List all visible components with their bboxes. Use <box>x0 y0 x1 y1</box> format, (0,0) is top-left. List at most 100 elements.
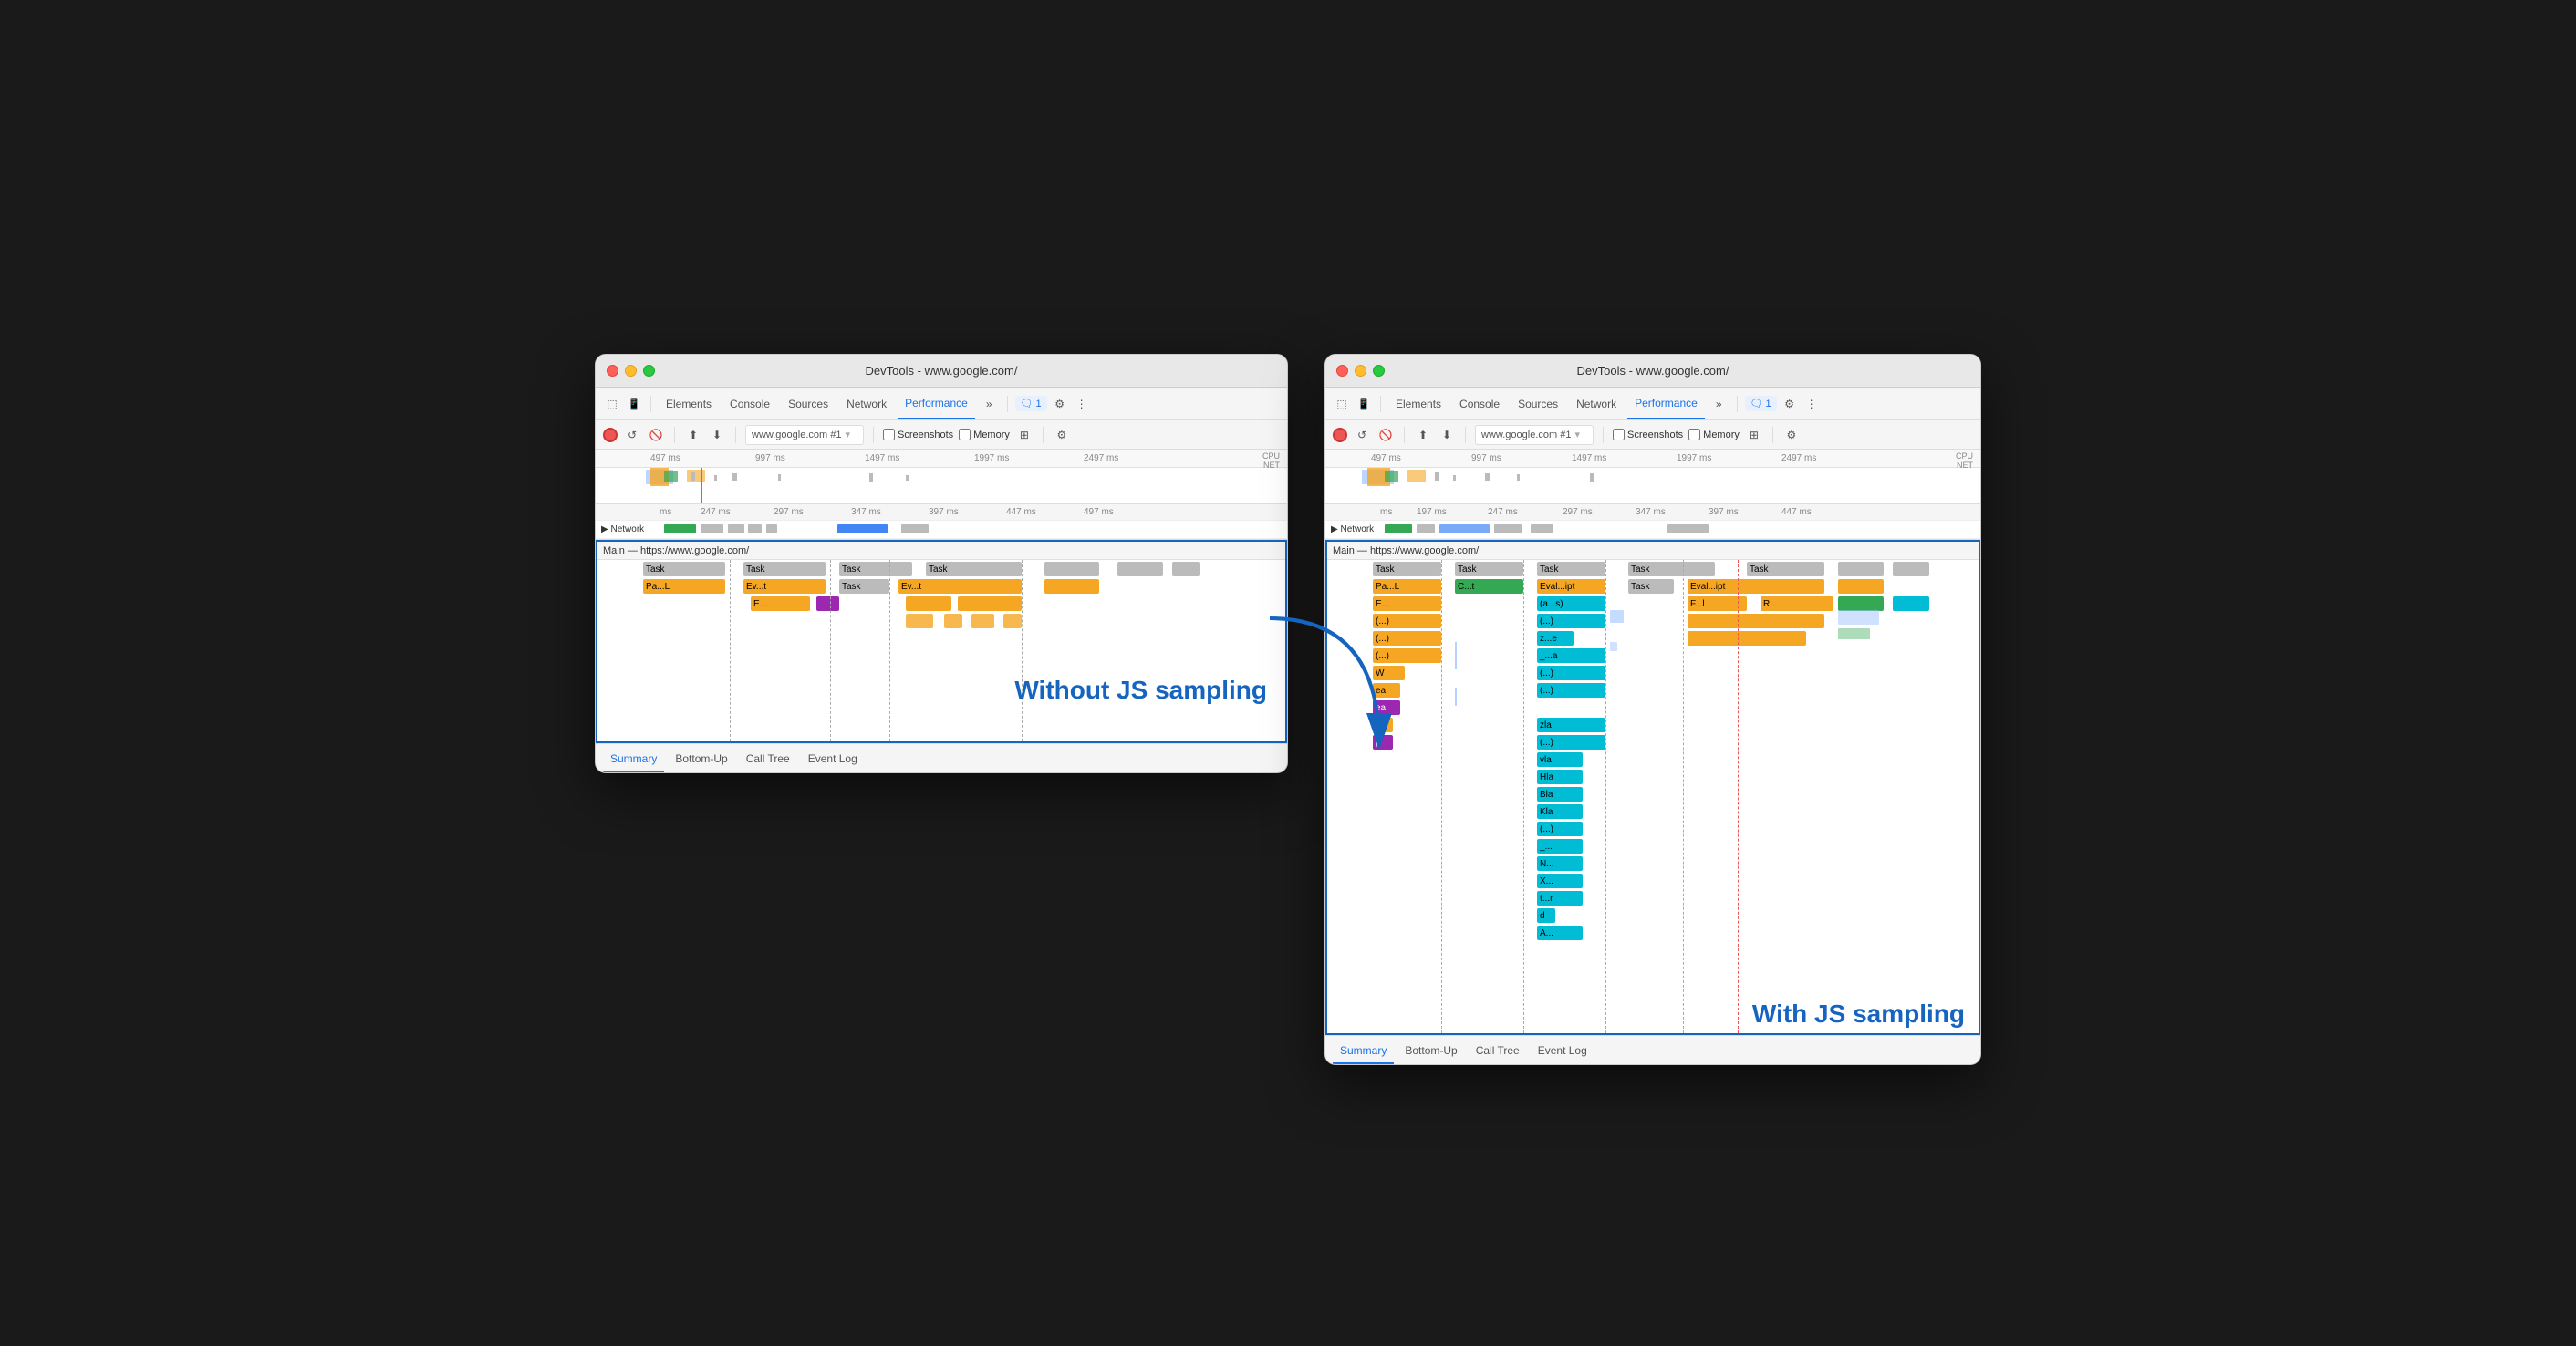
right-paren-4[interactable]: (...) <box>1373 648 1441 663</box>
right-eval-block-3[interactable] <box>1838 579 1884 594</box>
right-tab-elements[interactable]: Elements <box>1388 388 1449 419</box>
right-capture-icon[interactable]: ⊞ <box>1745 426 1763 444</box>
right-issues-badge[interactable]: 🗨 1 <box>1745 396 1777 411</box>
left-task-4[interactable]: Task <box>926 562 1022 576</box>
left-task-row2-1[interactable]: Task <box>839 579 889 594</box>
settings2-icon[interactable]: ⚙ <box>1053 426 1071 444</box>
right-reload-icon[interactable]: ↺ <box>1353 426 1371 444</box>
left-row4-bar2[interactable] <box>944 614 962 628</box>
right-zla-block[interactable]: zla <box>1537 718 1605 732</box>
right-kla-block[interactable]: Kla <box>1537 804 1583 819</box>
right-task-6[interactable] <box>1838 562 1884 576</box>
right-memory-checkbox[interactable] <box>1688 429 1700 440</box>
right-tr-block[interactable]: t...r <box>1537 891 1583 906</box>
right-eval-block-1[interactable]: Eval...ipt <box>1537 579 1605 594</box>
left-e-block-3[interactable] <box>958 596 1022 611</box>
right-maximize-button[interactable] <box>1373 365 1385 377</box>
right-ze-block[interactable]: z...e <box>1537 631 1574 646</box>
right-tab-eventlog[interactable]: Event Log <box>1531 1039 1594 1064</box>
left-evt-block-3[interactable] <box>1044 579 1099 594</box>
right-tab-bottomup[interactable]: Bottom-Up <box>1397 1039 1464 1064</box>
right-inspector-icon[interactable]: ⬚ <box>1333 395 1351 413</box>
left-row4-bar1[interactable] <box>906 614 933 628</box>
right-pal-block[interactable]: Pa...L <box>1373 579 1441 594</box>
left-task-2[interactable]: Task <box>743 562 826 576</box>
right-x-block[interactable]: X... <box>1537 874 1583 888</box>
right-paren-3[interactable]: (...) <box>1373 631 1441 646</box>
close-button[interactable] <box>607 365 618 377</box>
download-icon[interactable]: ⬇ <box>708 426 726 444</box>
minimize-button[interactable] <box>625 365 637 377</box>
left-tab-eventlog[interactable]: Event Log <box>801 747 865 772</box>
left-task-5[interactable] <box>1044 562 1099 576</box>
reload-icon[interactable]: ↺ <box>623 426 641 444</box>
right-paren-5[interactable]: (...) <box>1537 666 1605 680</box>
right-teal-1[interactable] <box>1893 596 1929 611</box>
right-a-dots-block[interactable]: A... <box>1537 926 1583 940</box>
tab-performance[interactable]: Performance <box>898 388 975 419</box>
right-task-4[interactable]: Task <box>1628 562 1715 576</box>
right-clear-icon[interactable]: 🚫 <box>1376 426 1395 444</box>
right-settings-icon[interactable]: ⚙ <box>1781 395 1799 413</box>
right-paren-1[interactable]: (...) <box>1373 614 1441 628</box>
right-dots-block[interactable]: _... <box>1537 839 1583 854</box>
inspector-icon[interactable]: ⬚ <box>603 395 621 413</box>
right-n-block[interactable]: N... <box>1537 856 1583 871</box>
right-task-1[interactable]: Task <box>1373 562 1441 576</box>
right-paren-8[interactable]: (...) <box>1537 822 1583 836</box>
right-green-1[interactable] <box>1838 596 1884 611</box>
right-row4-bar[interactable] <box>1688 614 1824 628</box>
left-evt-block-1[interactable]: Ev...t <box>743 579 826 594</box>
left-e-block-2[interactable] <box>906 596 951 611</box>
right-bla-block[interactable]: Bla <box>1537 787 1583 802</box>
right-d-block[interactable]: d <box>1537 908 1555 923</box>
left-e-block[interactable]: E... <box>751 596 810 611</box>
left-evt-block-2[interactable]: Ev...t <box>898 579 1022 594</box>
right-device-icon[interactable]: 📱 <box>1355 395 1373 413</box>
right-task-3[interactable]: Task <box>1537 562 1605 576</box>
right-close-button[interactable] <box>1336 365 1348 377</box>
right-eval-block-2[interactable]: Eval...ipt <box>1688 579 1824 594</box>
right-ea-purple[interactable]: ea <box>1373 700 1400 715</box>
right-paren-2[interactable]: (...) <box>1537 614 1605 628</box>
left-tab-bottomup[interactable]: Bottom-Up <box>668 747 734 772</box>
right-screenshots-checkbox[interactable] <box>1613 429 1625 440</box>
right-e-block[interactable]: E... <box>1373 596 1441 611</box>
right-upload-icon[interactable]: ⬆ <box>1414 426 1432 444</box>
left-pal-block[interactable]: Pa...L <box>643 579 725 594</box>
device-icon[interactable]: 📱 <box>625 395 643 413</box>
right-ct-block[interactable]: C...t <box>1455 579 1523 594</box>
left-task-1[interactable]: Task <box>643 562 725 576</box>
left-tab-summary[interactable]: Summary <box>603 747 664 772</box>
right-row5-bar[interactable] <box>1688 631 1806 646</box>
right-as-block[interactable]: (a...s) <box>1537 596 1605 611</box>
right-p-block[interactable]: p <box>1373 718 1393 732</box>
left-task-7[interactable] <box>1172 562 1200 576</box>
left-task-3[interactable]: Task <box>839 562 912 576</box>
right-hla-block[interactable]: Hla <box>1537 770 1583 784</box>
settings-icon[interactable]: ⚙ <box>1051 395 1069 413</box>
right-tab-more[interactable]: » <box>1709 388 1729 419</box>
issues-badge[interactable]: 🗨 1 <box>1015 396 1047 411</box>
right-tab-performance[interactable]: Performance <box>1627 388 1705 419</box>
right-tab-network[interactable]: Network <box>1569 388 1624 419</box>
tab-network[interactable]: Network <box>839 388 894 419</box>
right-tab-summary[interactable]: Summary <box>1333 1039 1394 1064</box>
right-minimize-button[interactable] <box>1355 365 1366 377</box>
right-paren-6[interactable]: (...) <box>1537 683 1605 698</box>
tab-elements[interactable]: Elements <box>659 388 719 419</box>
memory-checkbox[interactable] <box>959 429 971 440</box>
right-w-block[interactable]: W <box>1373 666 1405 680</box>
clear-icon[interactable]: 🚫 <box>647 426 665 444</box>
tab-more[interactable]: » <box>979 388 1000 419</box>
right-download-icon[interactable]: ⬇ <box>1438 426 1456 444</box>
dropdown-icon[interactable]: ▾ <box>845 429 850 440</box>
record-button[interactable] <box>603 428 618 442</box>
right-more-icon[interactable]: ⋮ <box>1802 395 1821 413</box>
more-icon[interactable]: ⋮ <box>1073 395 1091 413</box>
left-row4-bar4[interactable] <box>1003 614 1022 628</box>
screenshots-checkbox[interactable] <box>883 429 895 440</box>
right-paren-7[interactable]: (...) <box>1537 735 1605 750</box>
left-purple-block[interactable] <box>816 596 839 611</box>
right-task-7[interactable] <box>1893 562 1929 576</box>
